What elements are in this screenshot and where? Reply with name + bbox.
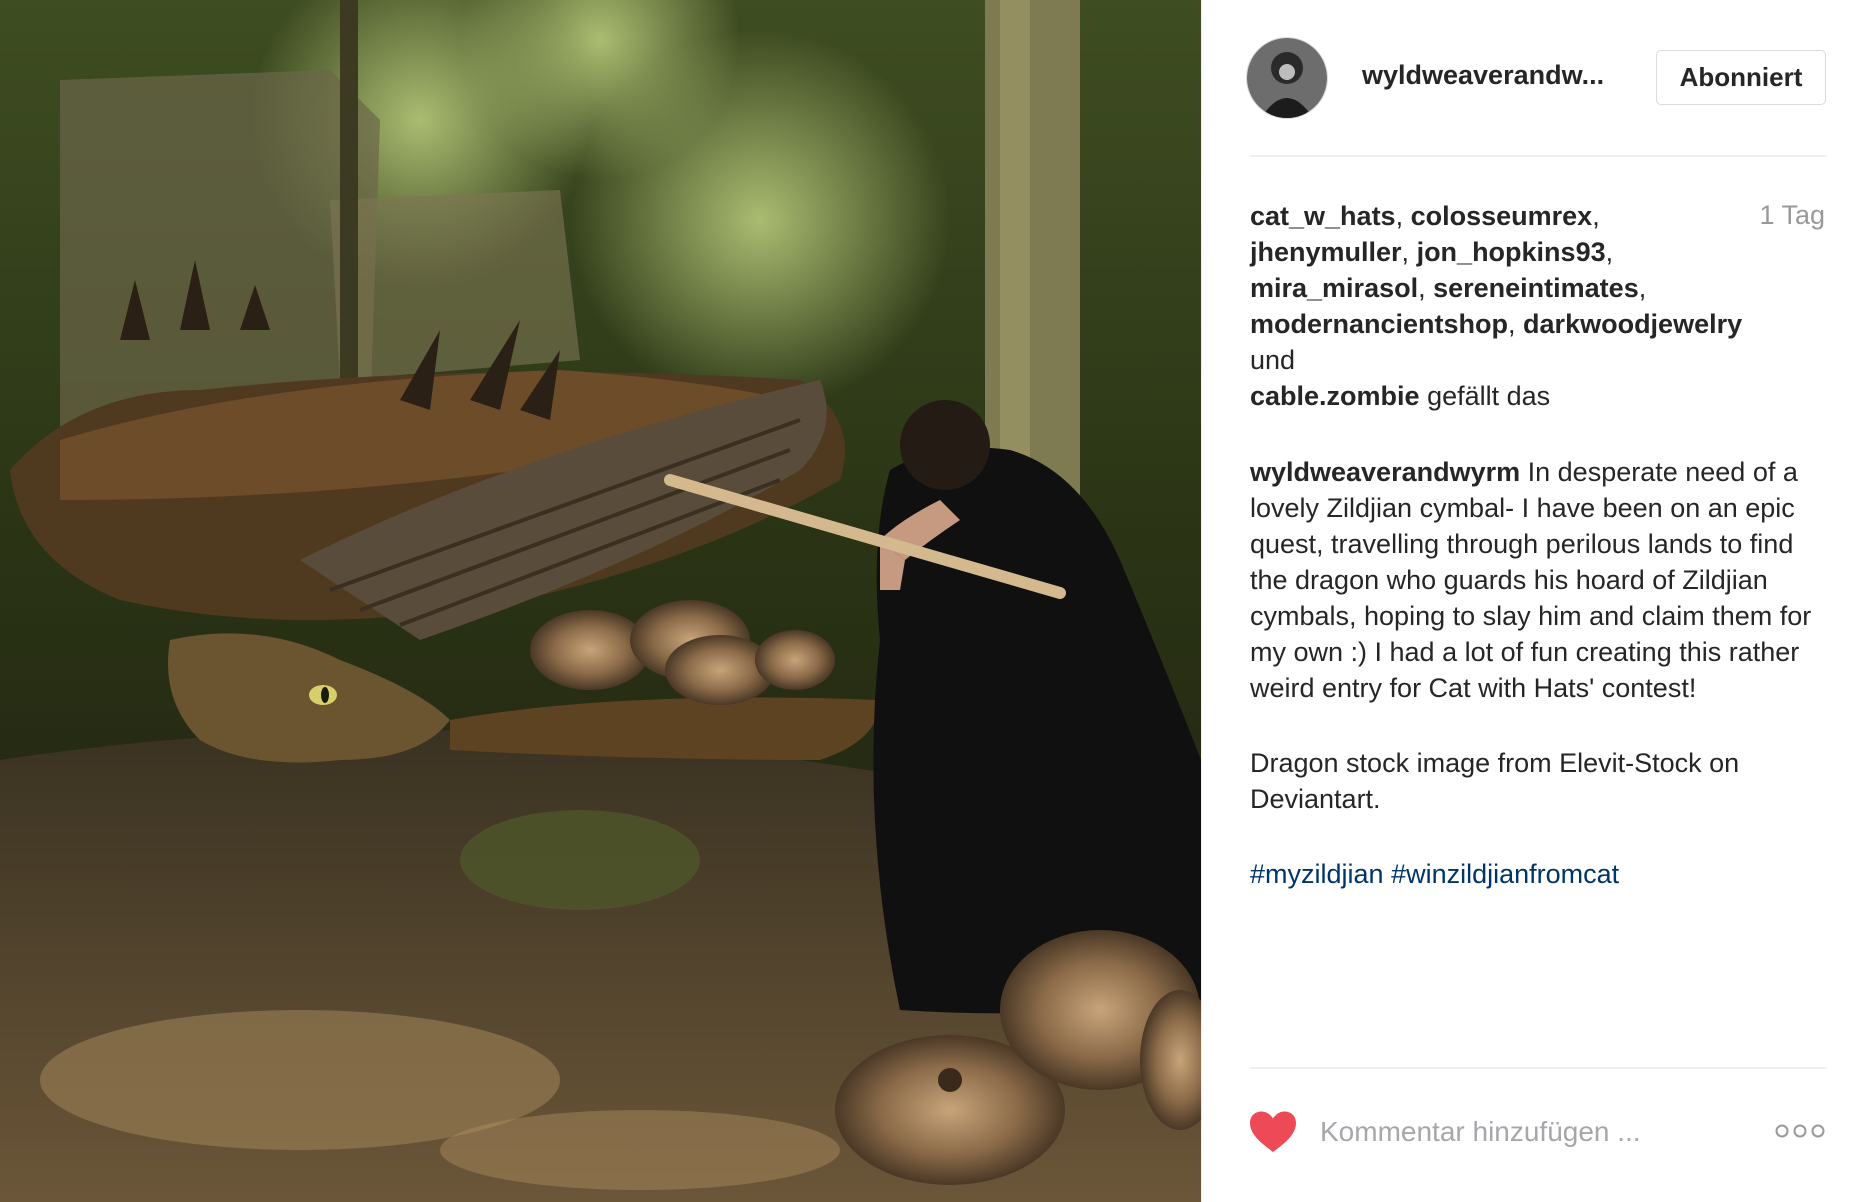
likes-summary: cat_w_hats, colosseumrex, jhenymuller, j… (1250, 201, 1743, 411)
heart-icon[interactable] (1248, 1110, 1298, 1154)
like-user[interactable]: darkwoodjewelry (1523, 309, 1742, 339)
caption-hashtags: #myzildjian #winzildjianfromcat (1250, 856, 1830, 892)
like-user[interactable]: sereneintimates (1433, 273, 1639, 303)
post-photo[interactable] (0, 0, 1201, 1202)
following-button[interactable]: Abonniert (1656, 50, 1826, 105)
post-caption: wyldweaverandwyrm In desperate need of a… (1250, 454, 1830, 931)
instagram-post: wyldweaverandw... Abonniert cat_w_hats, … (0, 0, 1870, 1202)
post-timestamp[interactable]: 1 Tag (1759, 200, 1825, 231)
like-user[interactable]: mira_mirasol (1250, 273, 1418, 303)
hashtag-link[interactable]: #myzildjian (1250, 859, 1384, 889)
like-user[interactable]: jhenymuller (1250, 237, 1402, 267)
comment-input[interactable] (1320, 1110, 1740, 1154)
like-user[interactable]: cable.zombie (1250, 381, 1420, 411)
caption-credit: Dragon stock image from Elevit-Stock on … (1250, 748, 1740, 814)
like-user[interactable]: jon_hopkins93 (1417, 237, 1606, 267)
likes-suffix: gefällt das (1427, 381, 1551, 411)
post-header: wyldweaverandw... Abonniert (1202, 0, 1870, 155)
caption-author[interactable]: wyldweaverandwyrm (1250, 457, 1520, 487)
caption-text: In desperate need of a lovely Zildjian c… (1250, 457, 1812, 703)
like-user[interactable]: colosseumrex (1411, 201, 1593, 231)
like-user[interactable]: cat_w_hats (1250, 201, 1396, 231)
header-divider (1250, 155, 1826, 157)
caption-body: wyldweaverandwyrm In desperate need of a… (1250, 454, 1830, 706)
likes-conjunction: und (1250, 345, 1296, 375)
more-options-icon[interactable] (1774, 1120, 1826, 1142)
hashtag-link[interactable]: #winzildjianfromcat (1391, 859, 1619, 889)
post-actions (1202, 1068, 1870, 1202)
post-photo-illustration (0, 0, 1201, 1202)
post-sidebar: wyldweaverandw... Abonniert cat_w_hats, … (1201, 0, 1870, 1202)
like-user[interactable]: modernancientshop (1250, 309, 1508, 339)
post-author-username[interactable]: wyldweaverandw... (1362, 60, 1632, 91)
avatar[interactable] (1247, 38, 1327, 118)
avatar-image (1247, 38, 1327, 118)
